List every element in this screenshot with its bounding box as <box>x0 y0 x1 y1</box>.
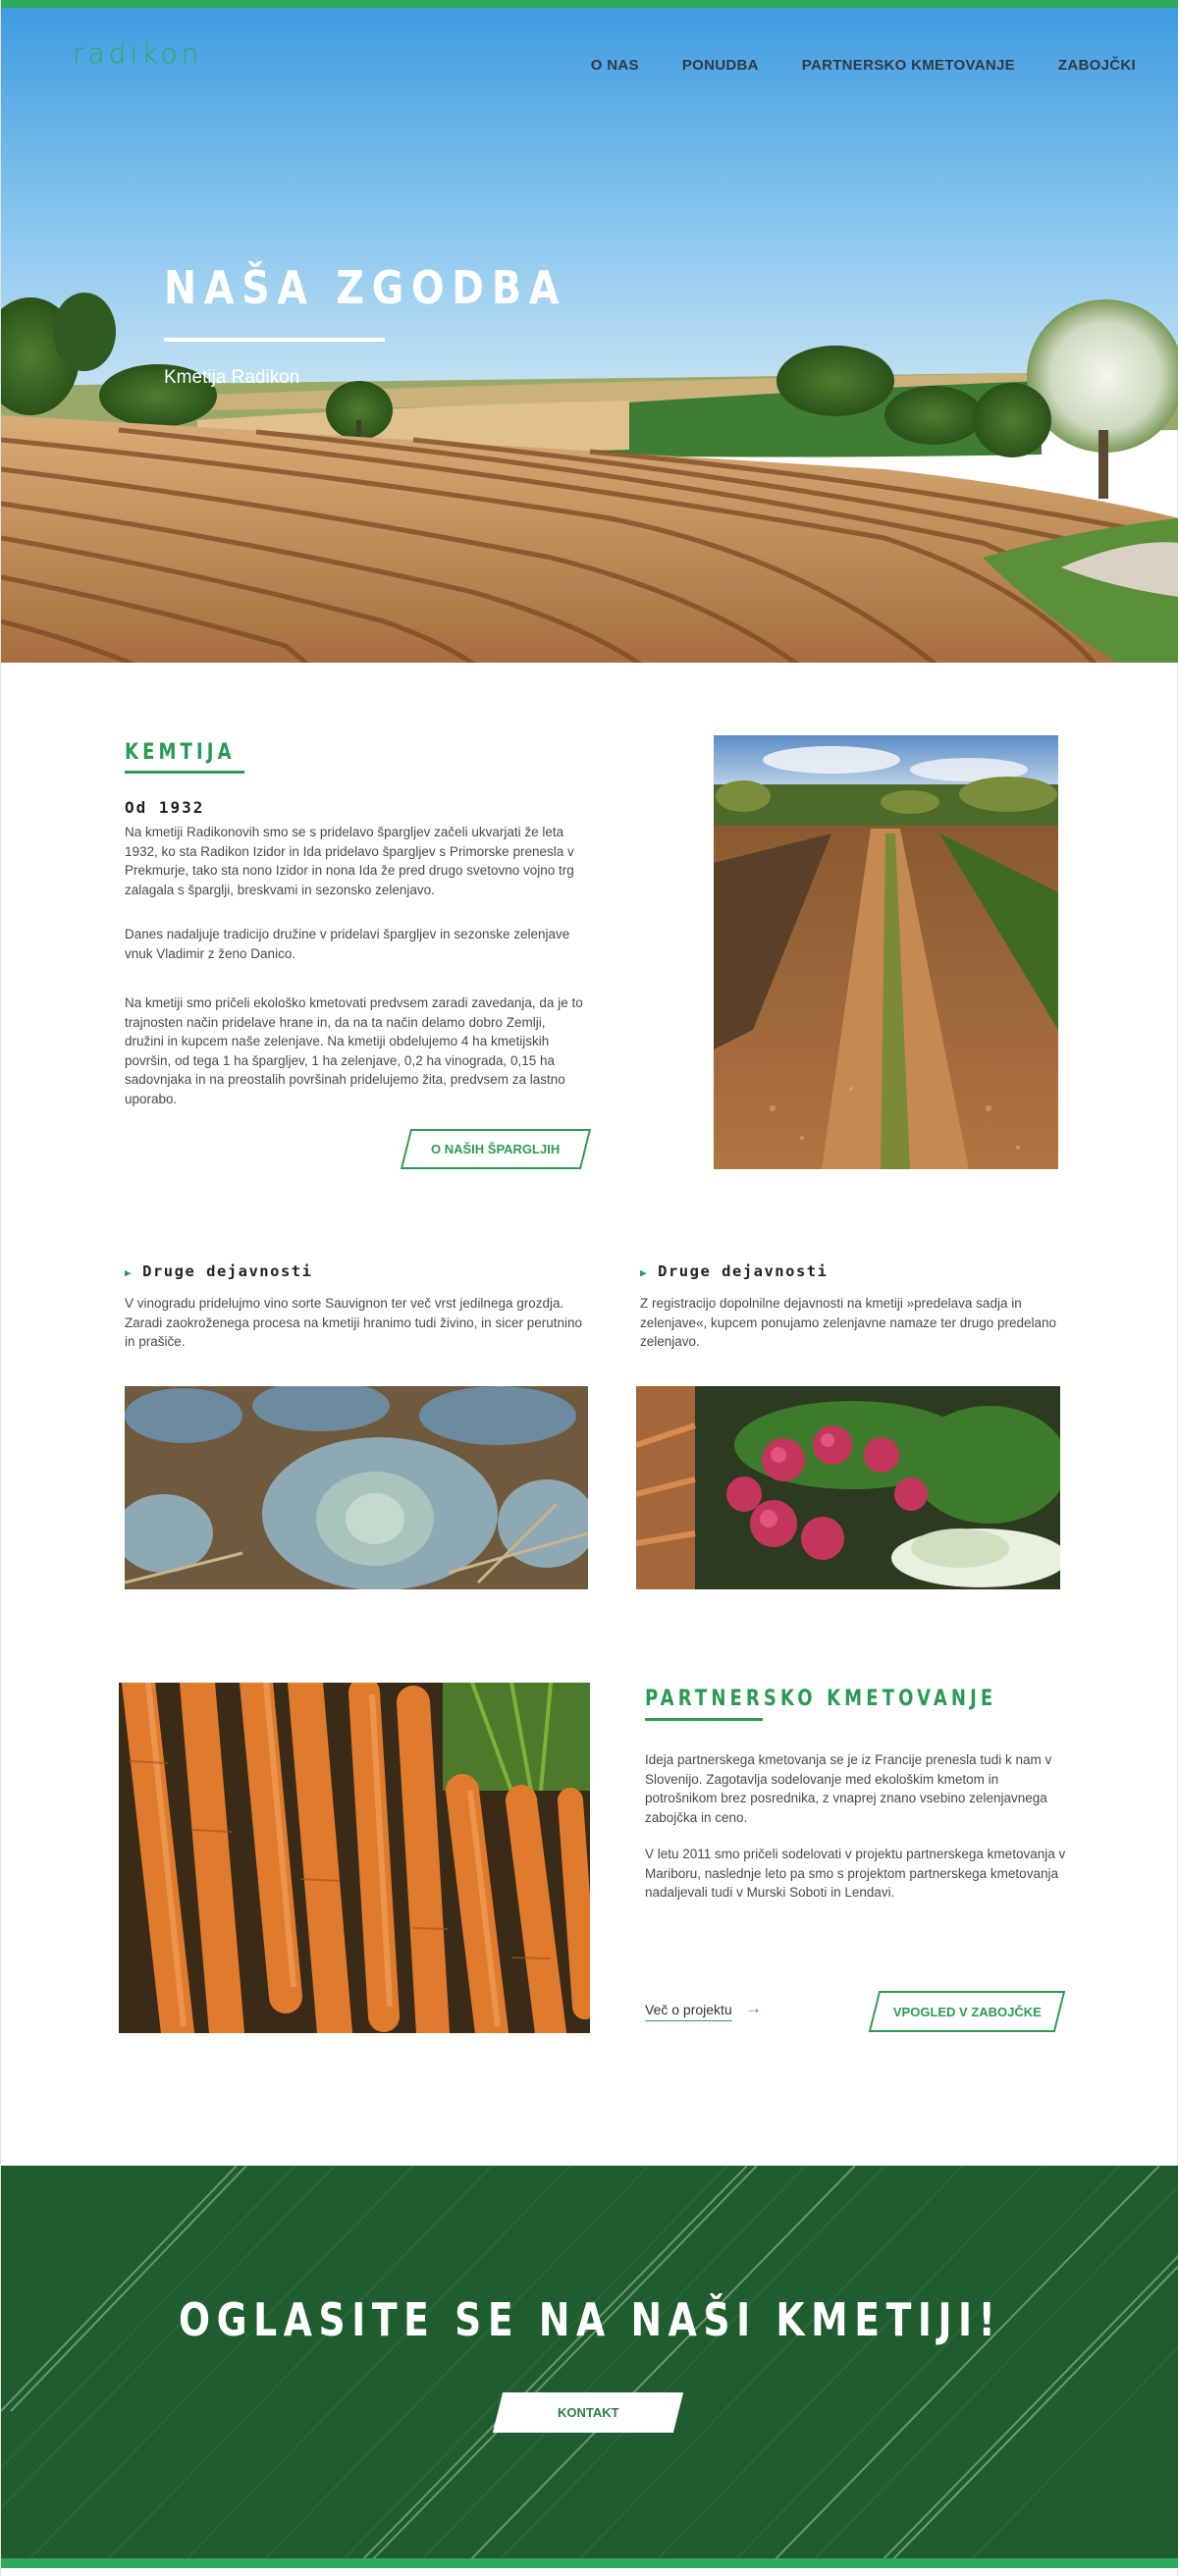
project-link[interactable]: Več o projektu <box>645 2002 732 2021</box>
kmetija-paragraph-3: Na kmetiji smo pričeli ekološko kmetovat… <box>125 995 583 1106</box>
hero-subtitle: Kmetija Radikon <box>164 367 300 388</box>
kmetija-paragraph-2: Danes nadaljuje tradicijo družine v prid… <box>125 927 570 961</box>
asparagus-field-image <box>714 735 1058 1169</box>
boxes-button-label: VPOGLED V ZABOJČKE <box>892 2004 1042 2019</box>
partnersko-paragraph-1: Ideja partnerskega kmetovanja se je iz F… <box>645 1752 1052 1825</box>
kmetija-divider <box>125 771 244 774</box>
page: radikon O NAS PONUDBA PARTNERSKO KMETOVA… <box>0 0 1178 2576</box>
nav-item-o-nas[interactable]: O NAS <box>591 57 639 74</box>
contact-button-label: KONTAKT <box>557 2405 619 2420</box>
partnersko-divider <box>645 1718 763 1721</box>
contact-button[interactable]: KONTAKT <box>492 2392 684 2433</box>
arrow-right-icon[interactable]: → <box>745 1999 762 2018</box>
nav-item-partnersko-kmetovanje[interactable]: PARTNERSKO KMETOVANJE <box>802 57 1015 74</box>
kmetija-title: KEMTIJA <box>125 740 236 765</box>
boxes-button[interactable]: VPOGLED V ZABOJČKE <box>868 1991 1066 2032</box>
hero-banner: radikon O NAS PONUDBA PARTNERSKO KMETOVA… <box>1 0 1178 663</box>
nav-item-ponudba[interactable]: PONUDBA <box>682 57 759 74</box>
caret-right-icon: ▶ <box>125 1266 134 1279</box>
main-nav: O NAS PONUDBA PARTNERSKO KMETOVANJE ZABO… <box>591 57 1136 74</box>
other-activities-heading-1: ▶ Druge dejavnosti <box>125 1262 313 1280</box>
asparagus-button[interactable]: O NAŠIH ŠPARGLJIH <box>400 1129 592 1169</box>
carrots-image <box>119 1683 590 2033</box>
logo[interactable]: radikon <box>73 37 202 70</box>
footer-bar <box>1 2558 1178 2568</box>
cta-banner <box>1 2166 1178 2568</box>
partnersko-paragraph-2: V letu 2011 smo pričeli sodelovati v pro… <box>645 1847 1066 1900</box>
asparagus-button-label: O NAŠIH ŠPARGLJIH <box>431 1142 561 1156</box>
partnersko-title: PARTNERSKO KMETOVANJE <box>645 1687 997 1711</box>
radish-image <box>636 1386 1060 1589</box>
kmetija-paragraph-1: Na kmetiji Radikonovih smo se s pridelav… <box>125 825 574 897</box>
other-activities-text-1: V vinogradu pridelujmo vino sorte Sauvig… <box>125 1296 582 1349</box>
hero-divider <box>164 338 385 342</box>
kmetija-subtitle: Od 1932 <box>125 798 205 817</box>
aerial-field-image <box>1 2166 1178 2568</box>
cta-title: OGLASITE SE NA NAŠI KMETIJI! <box>178 2293 1002 2346</box>
cabbage-image <box>125 1386 588 1589</box>
hero-field-image <box>1 8 1178 663</box>
other-activities-heading-2: ▶ Druge dejavnosti <box>640 1262 829 1280</box>
nav-item-zabojcki[interactable]: ZABOJČKI <box>1058 57 1136 74</box>
hero-title: NAŠA ZGODBA <box>164 261 567 314</box>
other-activities-text-2: Z registracijo dopolnilne dejavnosti na … <box>640 1296 1057 1349</box>
caret-right-icon: ▶ <box>640 1266 649 1279</box>
